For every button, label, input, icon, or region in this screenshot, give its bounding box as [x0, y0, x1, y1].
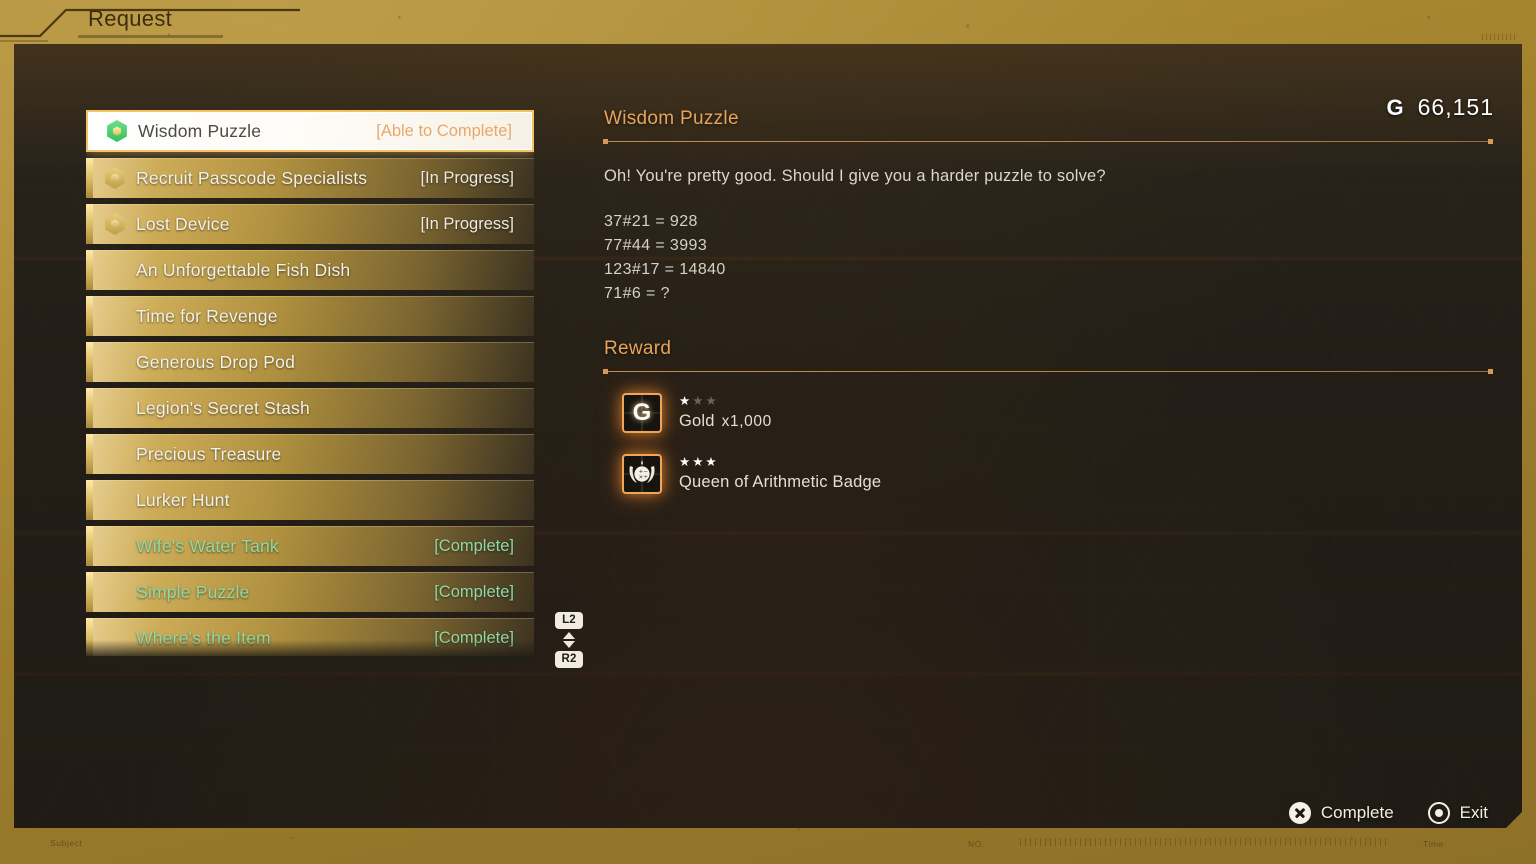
quest-status-badge: [Complete] [434, 536, 514, 555]
quest-title: Where's the Item [136, 627, 271, 648]
frame-label-subject: Subject [50, 838, 83, 848]
puzzle-equation-line: 37#21 = 928 [604, 213, 698, 230]
reward-rarity-stars: ★★★ [679, 455, 719, 469]
arrow-up-icon [563, 632, 575, 639]
title-tab-shape [0, 8, 300, 42]
row-accent-edge [86, 204, 93, 244]
arithmetic-badge-icon: + − × ÷ [622, 454, 662, 494]
quest-title: Lost Device [136, 213, 230, 234]
puzzle-equation-line: 77#44 = 3993 [604, 237, 708, 254]
quest-detail-panel: Wisdom Puzzle Oh! You're pretty good. Sh… [603, 108, 1493, 494]
quest-list-item[interactable]: Wisdom Puzzle [Able to Complete] [86, 110, 534, 152]
hexagon-icon-gold [104, 167, 126, 189]
frame-tick-marks [1020, 838, 1386, 846]
detail-description: Oh! You're pretty good. Should I give yo… [604, 167, 1106, 185]
row-accent-edge [86, 342, 93, 382]
reward-heading: Reward [604, 338, 672, 359]
quest-title: Simple Puzzle [136, 581, 250, 602]
reward-rarity-stars: ★★★ [679, 394, 719, 408]
quest-list-item[interactable]: Legion's Secret Stash [86, 388, 534, 428]
footer-prompt[interactable]: Complete [1288, 802, 1394, 824]
quest-list-item[interactable]: Simple Puzzle [Complete] [86, 572, 534, 612]
quest-list-item[interactable]: An Unforgettable Fish Dish [86, 250, 534, 290]
row-accent-edge [86, 434, 93, 474]
frame-top-tick-marks [1482, 34, 1516, 40]
gold-glyph: G [632, 399, 652, 426]
quest-status-badge: [Able to Complete] [376, 121, 512, 140]
svg-text:÷: ÷ [643, 474, 648, 480]
quest-list-item[interactable]: Precious Treasure [86, 434, 534, 474]
row-accent-edge [86, 388, 93, 428]
button-prompts: Complete Exit [1288, 802, 1488, 824]
hexagon-icon-green [106, 120, 128, 142]
reward-item[interactable]: + − × ÷ ★★★ Queen of Arithmetic Badge [604, 454, 1492, 494]
reward-name-text: Gold [679, 412, 715, 430]
quest-status-badge: [In Progress] [420, 168, 514, 187]
reward-name: Queen of Arithmetic Badge [679, 473, 881, 492]
detail-title: Wisdom Puzzle [604, 108, 739, 129]
reward-quantity: x1,000 [721, 413, 772, 430]
row-accent-edge [86, 480, 93, 520]
detail-divider [603, 139, 1493, 144]
reward-item[interactable]: G ★★★ Gold x1,000 [604, 393, 1492, 433]
footer-prompt-label: Exit [1459, 803, 1488, 822]
hexagon-icon-gold [104, 213, 126, 235]
r2-trigger-button[interactable]: R2 [555, 651, 583, 668]
quest-list-item[interactable]: Lurker Hunt [86, 480, 534, 520]
scroll-hint[interactable]: L2 R2 [553, 612, 585, 668]
row-accent-edge [86, 158, 93, 198]
footer-prompt[interactable]: Exit [1427, 802, 1488, 824]
reward-name-text: Queen of Arithmetic Badge [679, 473, 882, 491]
puzzle-equations: 37#21 = 928 77#44 = 3993 123#17 = 14840 71#… [604, 210, 1492, 306]
circle-button-icon[interactable] [1427, 802, 1450, 824]
row-accent-edge [86, 296, 93, 336]
quest-list-item[interactable]: Recruit Passcode Specialists [In Progress… [86, 158, 534, 198]
page-title: Request [88, 6, 173, 31]
quest-list-item[interactable]: Wife's Water Tank [Complete] [86, 526, 534, 566]
game-screen: Request G 66,151 Wisdom Puzzle [Able to C… [0, 0, 1536, 864]
reward-text: ★★★ Gold x1,000 [679, 393, 772, 431]
quest-title: Legion's Secret Stash [136, 397, 310, 418]
quest-title: An Unforgettable Fish Dish [136, 259, 351, 280]
quest-title: Time for Revenge [136, 305, 278, 326]
l2-trigger-button[interactable]: L2 [555, 612, 583, 629]
quest-list[interactable]: Wisdom Puzzle [Able to Complete] Recruit P… [86, 110, 534, 656]
row-accent-edge [86, 572, 93, 612]
puzzle-equation-line: 123#17 = 14840 [604, 261, 726, 278]
footer-prompt-label: Complete [1320, 803, 1394, 822]
puzzle-equation-line: 71#6 = ? [604, 285, 670, 302]
quest-title: Lurker Hunt [136, 489, 230, 510]
quest-title: Wife's Water Tank [136, 535, 279, 556]
quest-status-badge: [In Progress] [420, 214, 514, 233]
arrow-down-icon [563, 641, 575, 648]
row-accent-edge [86, 526, 93, 566]
cross-button-icon[interactable] [1288, 802, 1311, 824]
quest-status-badge: [Complete] [434, 628, 514, 647]
reward-divider [603, 369, 1493, 374]
reward-list: G ★★★ Gold x1,000 + − × ÷ ★★★ Queen of Arithmetic… [604, 393, 1492, 494]
quest-list-item[interactable]: Where's the Item [Complete] [86, 618, 534, 656]
row-accent-edge [86, 618, 93, 656]
frame-label-time: Time [1423, 839, 1444, 849]
quest-list-item[interactable]: Time for Revenge [86, 296, 534, 336]
reward-text: ★★★ Queen of Arithmetic Badge [679, 454, 881, 492]
window-title-tab: Request [0, 0, 420, 44]
quest-status-badge: [Complete] [434, 582, 514, 601]
gold-coin-icon: G [622, 393, 662, 433]
quest-list-item[interactable]: Lost Device [In Progress] [86, 204, 534, 244]
quest-list-item[interactable]: Generous Drop Pod [86, 342, 534, 382]
reward-name: Gold x1,000 [679, 412, 772, 431]
row-accent-edge [86, 250, 93, 290]
quest-title: Recruit Passcode Specialists [136, 167, 368, 188]
badge-glyph: + −× ÷ [629, 460, 655, 483]
quest-title: Generous Drop Pod [136, 351, 296, 372]
quest-title: Wisdom Puzzle [138, 120, 262, 141]
scroll-arrows [563, 632, 575, 648]
quest-title: Precious Treasure [136, 443, 282, 464]
frame-label-no: NO. [968, 839, 985, 849]
